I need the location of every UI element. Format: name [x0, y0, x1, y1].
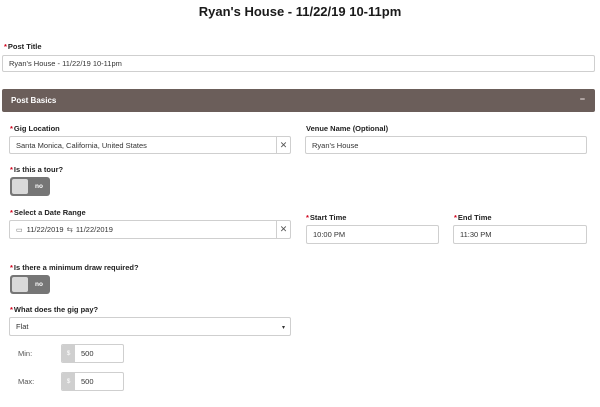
calendar-icon: ▭	[16, 226, 23, 234]
gig-location-input[interactable]: Santa Monica, California, United States …	[9, 136, 291, 154]
section-title: Post Basics	[11, 96, 57, 105]
toggle-text: no	[35, 281, 43, 288]
venue-name-label: Venue Name (Optional)	[306, 124, 389, 133]
post-title-label: *Post Title	[4, 42, 42, 51]
end-time-label: *End Time	[454, 213, 492, 222]
clear-date-icon[interactable]: ✕	[276, 221, 290, 238]
pay-max-label: Max:	[18, 377, 35, 386]
min-draw-toggle[interactable]: no	[10, 275, 50, 294]
tour-label: *Is this a tour?	[10, 165, 64, 174]
pay-min-input[interactable]: $ 500	[61, 344, 124, 363]
min-draw-label: *Is there a minimum draw required?	[10, 263, 139, 272]
pay-max-input[interactable]: $ 500	[61, 372, 124, 391]
tour-toggle[interactable]: no	[10, 177, 50, 196]
start-time-input[interactable]: 10:00 PM	[306, 225, 439, 244]
end-time-input[interactable]: 11:30 PM	[453, 225, 587, 244]
start-time-label: *Start Time	[306, 213, 347, 222]
chevron-down-icon: ▾	[281, 325, 285, 331]
date-arrow-icon: ⇆	[66, 225, 73, 234]
dollar-icon: $	[62, 373, 75, 390]
toggle-text: no	[35, 183, 43, 190]
venue-name-input[interactable]: Ryan's House	[305, 136, 587, 154]
gig-location-label: *Gig Location	[10, 124, 60, 133]
toggle-knob	[12, 277, 28, 292]
collapse-icon[interactable]: −	[580, 94, 585, 104]
toggle-knob	[12, 179, 28, 194]
post-basics-header[interactable]: Post Basics −	[2, 89, 595, 112]
date-range-label: *Select a Date Range	[10, 208, 86, 217]
pay-min-label: Min:	[18, 349, 33, 358]
gig-pay-label: *What does the gig pay?	[10, 305, 99, 314]
clear-location-icon[interactable]: ✕	[276, 137, 290, 153]
date-end: 11/22/2019	[75, 225, 113, 234]
post-title-input[interactable]: Ryan's House - 11/22/19 10-11pm	[2, 55, 595, 72]
date-start: 11/22/2019	[26, 225, 64, 234]
dollar-icon: $	[62, 345, 75, 362]
gig-pay-select[interactable]: Flat ▾	[9, 317, 291, 336]
date-range-input[interactable]: ▭ 11/22/2019 ⇆ 11/22/2019 ✕	[9, 220, 291, 239]
page-title: Ryan's House - 11/22/19 10-11pm	[198, 4, 402, 19]
